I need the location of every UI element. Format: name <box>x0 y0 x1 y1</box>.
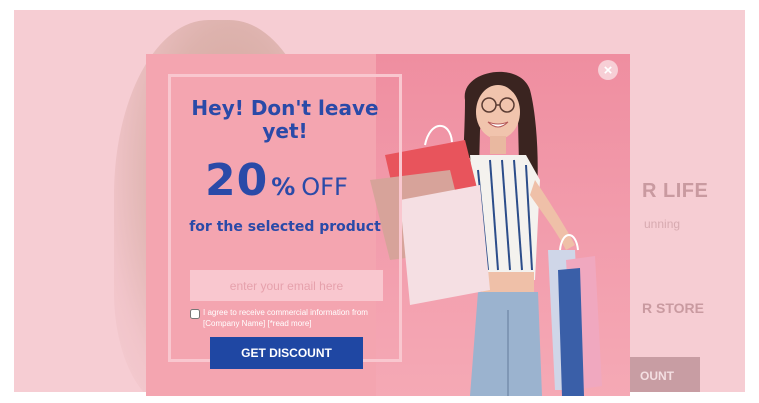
background-store-heading: R STORE <box>642 300 704 316</box>
consent-label: I agree to receive commercial informatio… <box>203 308 368 328</box>
popup-headline: Hey! Don't leave yet! <box>191 96 379 143</box>
percent-sign: % <box>271 173 296 201</box>
get-discount-button[interactable]: GET DISCOUNT <box>210 337 363 369</box>
close-popup-button[interactable]: × <box>598 60 618 80</box>
consent-row: I agree to receive commercial informatio… <box>190 307 385 329</box>
off-label: OFF <box>301 173 348 201</box>
email-input[interactable] <box>190 270 383 301</box>
background-subtitle: unning <box>644 217 681 231</box>
background-heading: R LIFE <box>642 180 709 202</box>
popup-subline: for the selected product <box>189 219 381 235</box>
shopping-woman-illustration <box>370 71 602 396</box>
consent-checkbox[interactable] <box>190 309 200 319</box>
discount-number: 20 <box>205 155 269 206</box>
discount-offer: 20 % OFF <box>205 155 348 206</box>
